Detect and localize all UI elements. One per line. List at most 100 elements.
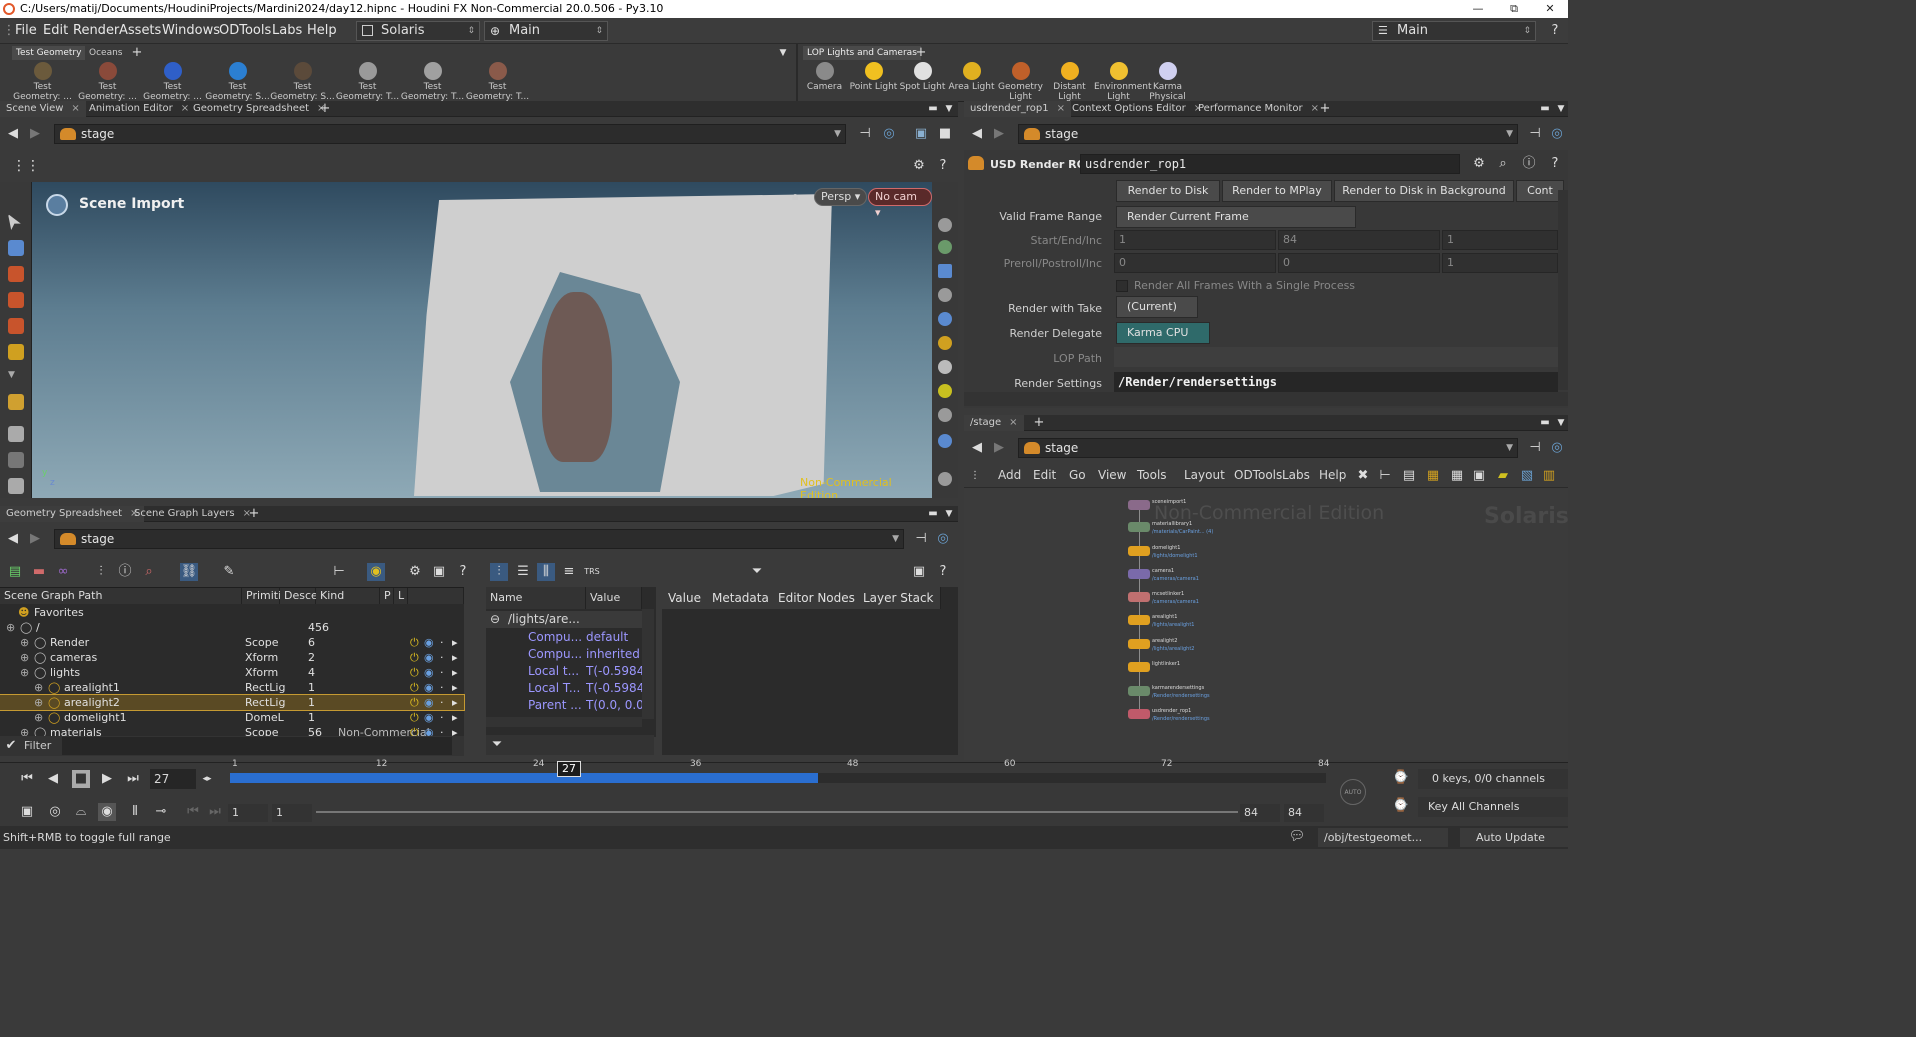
activate-icon[interactable]: ⏻ <box>410 665 419 680</box>
parameter-hscrollbar[interactable] <box>964 392 1568 406</box>
menu-render[interactable]: Render <box>73 23 119 38</box>
render-settings-field[interactable]: /Render/rendersettings <box>1114 372 1558 392</box>
info-icon[interactable]: ⓘ <box>116 563 134 581</box>
playback-start-field[interactable]: 1 <box>272 804 312 822</box>
settings-gear-icon[interactable]: ⚙ <box>910 157 928 175</box>
network-menu-layout[interactable]: Layout <box>1184 468 1225 482</box>
tab-metadata[interactable]: Metadata <box>706 587 776 609</box>
camera-menu[interactable]: No cam ▾ <box>868 188 932 219</box>
keyframe-icon[interactable]: ⊸ <box>152 803 170 821</box>
postroll-field[interactable]: 0 <box>1278 253 1440 273</box>
close-button[interactable]: ✕ <box>1532 0 1568 18</box>
select-arrow-icon[interactable]: ▸ <box>452 710 458 725</box>
context-path-field[interactable]: stage ▼ <box>1018 438 1518 458</box>
range-end-field[interactable]: 84 <box>1284 804 1324 822</box>
context-path-field[interactable]: stage ▼ <box>54 529 904 549</box>
column-header-flags[interactable] <box>408 588 464 604</box>
attribute-row[interactable]: Local T... T(-0.5984, <box>486 680 642 697</box>
shelf-left-tool-0[interactable]: Test Geometry: ... <box>10 62 75 102</box>
tree-icon[interactable]: ⊢ <box>1376 467 1394 485</box>
prev-key-icon[interactable]: ⏮ <box>184 803 202 821</box>
list-icon[interactable]: ▤ <box>1400 467 1418 485</box>
network-menu-help[interactable]: Help <box>1319 468 1346 482</box>
select-tool-icon[interactable] <box>8 214 21 230</box>
shelf-right-tool-5[interactable]: Distant Light <box>1045 62 1094 102</box>
shelf-tab-test-geometry[interactable]: Test Geometry <box>12 46 86 60</box>
link-icon[interactable]: ◎ <box>1548 125 1566 143</box>
pin-icon[interactable]: ⊣ <box>1526 439 1544 457</box>
pane-menu-icon[interactable]: ▼ <box>1552 414 1570 432</box>
attribute-hscrollbar[interactable] <box>486 717 642 727</box>
select-arrow-icon[interactable]: ▸ <box>452 650 458 665</box>
network-node[interactable] <box>1128 522 1150 532</box>
render-delegate-menu[interactable]: Karma CPU <box>1116 322 1210 344</box>
filter-input[interactable] <box>62 737 452 755</box>
render-continue-button[interactable]: Cont <box>1516 180 1564 202</box>
status-path[interactable]: /obj/testgeomet... <box>1318 828 1448 847</box>
add-tab-icon[interactable]: + <box>245 505 263 523</box>
preroll-field[interactable]: 0 <box>1114 253 1276 273</box>
solo-dot-icon[interactable]: · <box>440 650 444 665</box>
light-filter-icon[interactable]: ◉ <box>367 563 385 581</box>
solo-dot-icon[interactable]: · <box>440 710 444 725</box>
shading-icon[interactable] <box>938 312 952 326</box>
pin-icon[interactable]: ⊣ <box>912 530 930 548</box>
scene-graph-row[interactable]: ⊕ ◯ Render Scope 6 ⏻ ◉ · ▸ <box>0 635 464 650</box>
add-tab-icon[interactable]: + <box>1030 414 1048 432</box>
column-header-name[interactable]: Name <box>486 587 586 609</box>
activate-icon[interactable]: ⏻ <box>410 695 419 710</box>
network-menu-go[interactable]: Go <box>1069 468 1086 482</box>
lock-view-icon[interactable] <box>938 264 952 278</box>
network-menu-odtools[interactable]: ODTools <box>1234 468 1282 482</box>
help-icon[interactable]: ? <box>1546 155 1564 173</box>
column-header-path[interactable]: Scene Graph Path <box>0 588 242 604</box>
help-icon[interactable]: ? <box>934 157 952 175</box>
select-arrow-icon[interactable]: ▸ <box>452 695 458 710</box>
network-menu-edit[interactable]: Edit <box>1033 468 1056 482</box>
network-menu-tools[interactable]: Tools <box>1137 468 1167 482</box>
range-slider[interactable] <box>316 811 1238 813</box>
shelf-right-tool-1[interactable]: Point Light <box>849 62 898 92</box>
shelf-left-tool-7[interactable]: Test Geometry: T... <box>465 62 530 102</box>
scene-graph-row[interactable]: ⊕ ◯ cameras Xform 2 ⏻ ◉ · ▸ <box>0 650 464 665</box>
forward-arrow-icon[interactable]: ▶ <box>990 125 1008 143</box>
link-icon[interactable]: ◎ <box>1548 439 1566 457</box>
pin-icon[interactable]: ⊣ <box>856 125 874 143</box>
shelf-menu-icon[interactable]: ▼ <box>774 44 792 62</box>
list-view-icon[interactable]: ☰ <box>514 563 532 581</box>
lop-path-field[interactable] <box>1114 347 1558 367</box>
maximize-button[interactable]: ⧉ <box>1496 0 1532 18</box>
stamp-tool-icon[interactable] <box>8 452 24 468</box>
scene-graph-row[interactable]: ⊕ ◯ lights Xform 4 ⏻ ◉ · ▸ <box>0 665 464 680</box>
close-tab-icon[interactable]: × <box>1057 103 1065 114</box>
tab-editor-nodes[interactable]: Editor Nodes <box>772 587 862 609</box>
network-menu-labs[interactable]: Labs <box>1282 468 1310 482</box>
shelf-left-tool-1[interactable]: Test Geometry: ... <box>75 62 140 102</box>
close-tab-icon[interactable]: × <box>1009 417 1017 428</box>
expand-toggle-icon[interactable]: ⊕ <box>20 650 29 665</box>
shelf-right-tool-0[interactable]: Camera <box>800 62 849 92</box>
expand-toggle-icon[interactable]: ⊕ <box>34 695 43 710</box>
shelf-tab-lop-lights[interactable]: LOP Lights and Cameras <box>803 46 921 60</box>
menu-assets[interactable]: Assets <box>119 23 161 38</box>
next-key-icon[interactable]: ⏭ <box>206 803 224 821</box>
pane-menu-icon[interactable]: ▼ <box>940 100 958 118</box>
link-icon[interactable]: ◎ <box>880 125 898 143</box>
help-icon[interactable]: ? <box>934 563 952 581</box>
expand-toggle-icon[interactable]: ⊕ <box>6 620 15 635</box>
column-header-value[interactable]: Value <box>586 587 642 609</box>
ruler-tool-icon[interactable] <box>8 394 24 410</box>
forward-arrow-icon[interactable]: ▶ <box>990 439 1008 457</box>
scene-graph-row[interactable]: ⊕ ◯/ 456 <box>0 620 464 635</box>
menu-odtools[interactable]: ODTools <box>219 23 271 38</box>
attribute-row[interactable]: Local t... T(-0.5984, <box>486 663 642 680</box>
column-header-load[interactable]: L <box>394 588 408 604</box>
playback-end-field[interactable]: 84 <box>1240 804 1280 822</box>
tab-geometry-spreadsheet[interactable]: Geometry Spreadsheet × <box>187 101 331 117</box>
shelf-right-tool-2[interactable]: Spot Light <box>898 62 947 92</box>
menu-help[interactable]: Help <box>307 23 337 38</box>
add-shelf-tab-icon[interactable]: + <box>128 44 146 62</box>
scene-graph-row[interactable]: ⊕ ◯ domelight1 DomeL 1 ⏻ ◉ · ▸ <box>0 710 464 725</box>
keys-icon[interactable]: ⌚ <box>1392 769 1410 787</box>
wrench-icon[interactable]: ✖ <box>1354 467 1372 485</box>
